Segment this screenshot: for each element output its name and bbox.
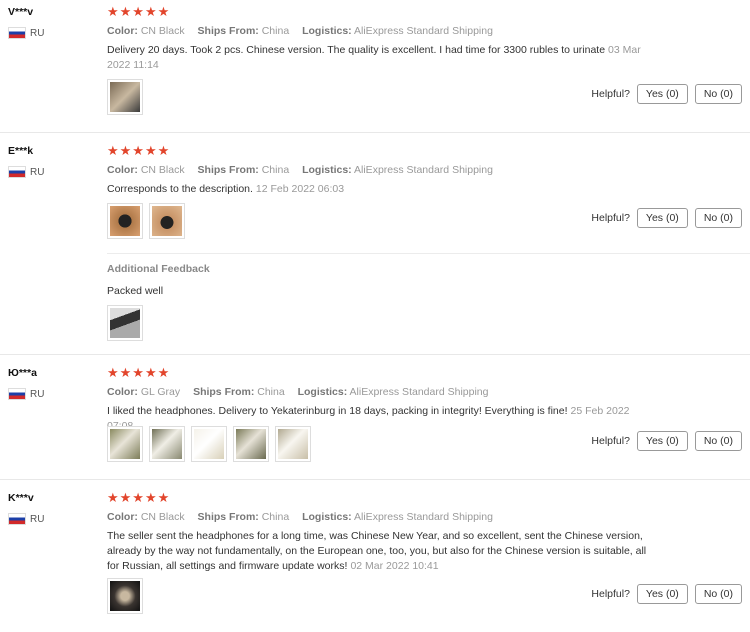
- reviewer-name: V***v: [8, 6, 34, 18]
- review-photo[interactable]: [233, 426, 269, 462]
- russia-flag-icon: [8, 388, 26, 400]
- star-rating: ★★★★★: [107, 4, 171, 19]
- review-photo[interactable]: [107, 203, 143, 239]
- russia-flag-icon: [8, 27, 26, 39]
- helpful-yes-button[interactable]: Yes (0): [636, 208, 688, 228]
- reviewer-country: RU: [8, 27, 44, 39]
- star-rating: ★★★★★: [107, 143, 171, 158]
- helpful-no-button[interactable]: No (0): [694, 431, 742, 451]
- country-code: RU: [30, 513, 45, 525]
- sku-attributes: Color: CN Black Ships From: China Logist…: [107, 164, 493, 176]
- helpful-vote: Helpful? Yes (0) No (0): [591, 584, 742, 604]
- review-photo[interactable]: [107, 79, 143, 115]
- additional-feedback-text: Packed well: [107, 285, 164, 297]
- russia-flag-icon: [8, 166, 26, 178]
- review-photos: [107, 203, 185, 239]
- reviewer-country: RU: [8, 388, 44, 400]
- review-photo[interactable]: [191, 426, 227, 462]
- helpful-no-button[interactable]: No (0): [694, 84, 742, 104]
- review-photo[interactable]: [275, 426, 311, 462]
- review-photos: [107, 426, 311, 462]
- helpful-yes-button[interactable]: Yes (0): [636, 584, 688, 604]
- additional-feedback-photos: [107, 305, 143, 341]
- additional-feedback-heading: Additional Feedback: [107, 263, 210, 275]
- star-rating: ★★★★★: [107, 365, 171, 380]
- divider: [0, 354, 750, 355]
- review-photos: [107, 79, 143, 115]
- helpful-no-button[interactable]: No (0): [694, 584, 742, 604]
- country-code: RU: [30, 166, 45, 178]
- sku-attributes: Color: CN Black Ships From: China Logist…: [107, 511, 493, 523]
- divider: [107, 253, 750, 254]
- helpful-vote: Helpful? Yes (0) No (0): [591, 84, 742, 104]
- star-rating: ★★★★★: [107, 490, 171, 505]
- review-date: 12 Feb 2022 06:03: [255, 183, 345, 195]
- review-photo[interactable]: [107, 578, 143, 614]
- divider: [0, 479, 750, 480]
- helpful-yes-button[interactable]: Yes (0): [636, 431, 688, 451]
- country-code: RU: [30, 388, 45, 400]
- helpful-vote: Helpful? Yes (0) No (0): [591, 208, 742, 228]
- reviewer-country: RU: [8, 513, 44, 525]
- helpful-yes-button[interactable]: Yes (0): [636, 84, 688, 104]
- review-photo[interactable]: [149, 203, 185, 239]
- review-photos: [107, 578, 143, 614]
- review-text: Corresponds to the description. 12 Feb 20…: [107, 183, 345, 195]
- review-photo[interactable]: [107, 426, 143, 462]
- russia-flag-icon: [8, 513, 26, 525]
- sku-attributes: Color: GL Gray Ships From: China Logisti…: [107, 386, 489, 398]
- reviewer-country: RU: [8, 166, 44, 178]
- review-photo[interactable]: [107, 305, 143, 341]
- divider: [0, 132, 750, 133]
- review-text: Delivery 20 days. Took 2 pcs. Chinese ve…: [107, 44, 641, 71]
- review-text: The seller sent the headphones for a lon…: [107, 530, 647, 572]
- sku-attributes: Color: CN Black Ships From: China Logist…: [107, 25, 493, 37]
- reviewer-name: Ю***a: [8, 367, 37, 379]
- helpful-no-button[interactable]: No (0): [694, 208, 742, 228]
- review-photo[interactable]: [149, 426, 185, 462]
- reviewer-name: E***k: [8, 145, 34, 157]
- helpful-vote: Helpful? Yes (0) No (0): [591, 431, 742, 451]
- country-code: RU: [30, 27, 45, 39]
- reviewer-name: K***v: [8, 492, 34, 504]
- review-date: 02 Mar 2022 10:41: [350, 560, 439, 572]
